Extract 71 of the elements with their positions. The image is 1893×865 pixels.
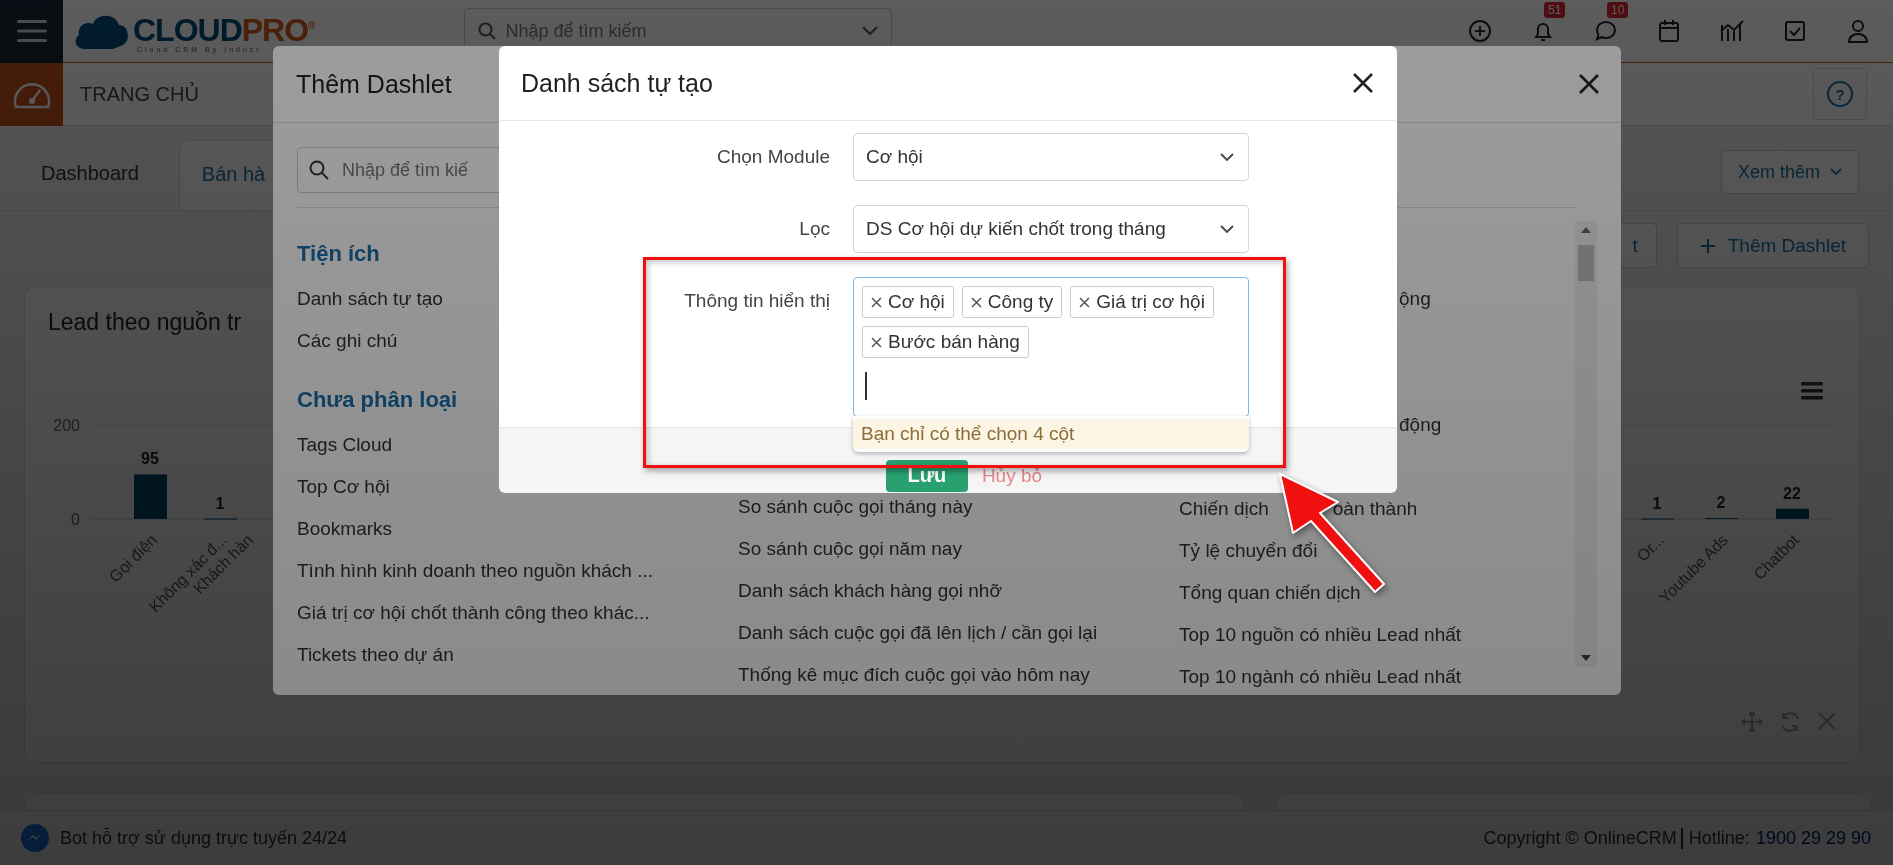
dashlet-item[interactable]: động (1399, 404, 1569, 446)
dashlet-item[interactable]: Thống kê mục đích cuộc gọi vào hôm nay (738, 654, 1179, 690)
data-label: 1 (1652, 494, 1662, 512)
scrollbar-thumb[interactable] (1578, 245, 1594, 281)
remove-icon[interactable] (1079, 296, 1091, 308)
messenger-icon[interactable] (20, 823, 50, 853)
remove-icon[interactable] (871, 336, 882, 348)
dashlet-item[interactable]: Danh sách cuộc gọi đã lên lịch / cần gọi lại (738, 612, 1179, 654)
dialog-title: Danh sách tự tạo (521, 68, 713, 98)
dashlet-item[interactable]: Danh sách khách hàng gọi nhỡ (738, 570, 1179, 612)
scroll-down-icon[interactable] (1581, 655, 1591, 661)
checkbox-icon[interactable] (1784, 20, 1806, 42)
chevron-down-icon (1830, 168, 1842, 176)
column-tag[interactable]: Giá trị cơ hội (1070, 286, 1214, 318)
home-button[interactable] (0, 62, 63, 126)
dashlet-item[interactable]: Tickets theo dự án (297, 634, 738, 676)
category-heading: Chưa phân loại (297, 386, 459, 414)
close-icon[interactable] (1578, 73, 1600, 95)
bar (134, 474, 167, 519)
dashlet-item[interactable]: Tổng quan chiến dịch (1179, 572, 1569, 614)
menu-icon (16, 19, 47, 43)
category-heading: Tiện ích (297, 240, 381, 268)
select-value: DS Cơ hội dự kiến chốt trong tháng (866, 218, 1166, 240)
search-icon (309, 160, 329, 180)
search-icon (478, 22, 497, 40)
chevron-down-icon (1220, 224, 1234, 234)
text-cursor (865, 372, 867, 400)
menu-icon[interactable] (1801, 382, 1823, 400)
limit-message: Bạn chỉ có thể chọn 4 cột (853, 419, 1249, 449)
chat-icon[interactable] (1594, 19, 1618, 43)
count-badge: 51 (1544, 2, 1566, 18)
dialog-title: Thêm Dashlet (296, 69, 452, 99)
card-title: Lead theo nguồn tr (48, 309, 242, 337)
scroll-up-icon[interactable] (1581, 227, 1591, 233)
column-tag[interactable]: Bước bán hàng (862, 326, 1029, 358)
add-icon[interactable] (1468, 19, 1492, 43)
data-label: 2 (1716, 494, 1726, 512)
close-icon[interactable] (1352, 72, 1374, 94)
dashlet-item[interactable]: ộng (1399, 278, 1569, 320)
page-title: TRANG CHỦ (80, 82, 199, 106)
column-tag[interactable]: Công ty (961, 286, 1063, 318)
dashlet-item[interactable]: Bookmarks (297, 508, 738, 550)
dashlet-item[interactable]: Giá trị cơ hội chốt thành công theo khác... (297, 592, 738, 634)
bar (1776, 508, 1809, 519)
menu-button[interactable] (0, 0, 63, 63)
dashlet-item[interactable]: Top 10 ngành có nhiều Lead nhất (1179, 656, 1569, 690)
data-label: 22 (1783, 484, 1801, 502)
calendar-icon[interactable] (1658, 19, 1680, 43)
dashlet-item[interactable]: Top 10 nguồn có nhiều Lead nhất (1179, 614, 1569, 656)
chevron-down-icon (1220, 152, 1234, 162)
field-label: Lọc (798, 217, 830, 241)
plus-icon (1699, 237, 1716, 254)
chart-icon[interactable] (1719, 19, 1745, 43)
chevron-down-icon (862, 26, 879, 36)
select-value: Cơ hội (866, 146, 923, 168)
remove-icon[interactable] (871, 296, 882, 308)
dashlet-item[interactable]: Tình hình kinh doanh theo nguồn khách ... (297, 550, 738, 592)
select-field[interactable]: DS Cơ hội dự kiến chốt trong tháng (853, 205, 1249, 253)
user-icon[interactable] (1847, 19, 1869, 43)
data-label: 95 (141, 450, 159, 468)
data-label: 1 (215, 494, 225, 512)
remove-icon[interactable] (970, 296, 982, 308)
column-tag[interactable]: Cơ hội (862, 286, 954, 318)
field-label: Thông tin hiển thị (683, 289, 830, 313)
logo-text: CLOUDPRO$^{®}$ (133, 10, 315, 47)
dashlet-item[interactable]: So sánh cuộc gọi năm nay (738, 528, 1179, 570)
field-label: Chọn Module (715, 145, 830, 169)
count-badge: 10 (1607, 2, 1629, 18)
select-field[interactable]: Cơ hội (853, 133, 1249, 181)
scrollbar[interactable] (1575, 221, 1597, 667)
dashlet-item[interactable]: Tỷ lệ chuyển đổi (1179, 530, 1569, 572)
